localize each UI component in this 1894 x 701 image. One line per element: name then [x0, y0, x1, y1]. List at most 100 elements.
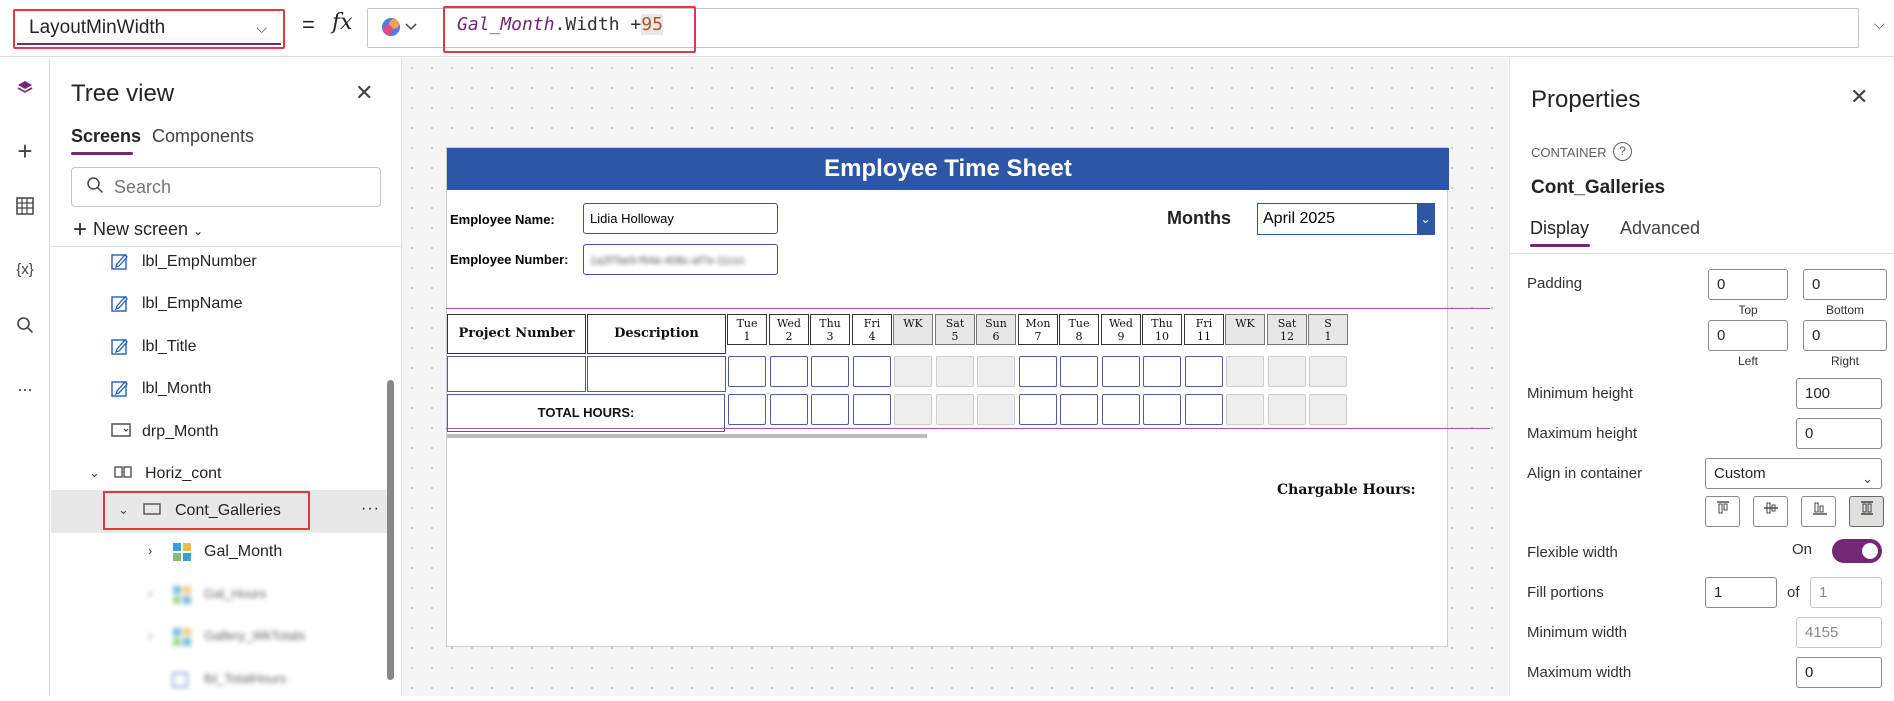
hours-cell[interactable] [770, 394, 808, 425]
flexible-width-toggle[interactable] [1832, 539, 1882, 563]
hours-cell[interactable] [1019, 394, 1057, 425]
months-label: Months [1167, 208, 1231, 228]
chevron-right-icon[interactable]: › [148, 586, 152, 601]
container-boundary-bottom [446, 428, 1490, 429]
tree-search-input[interactable] [114, 176, 364, 198]
design-canvas[interactable]: Employee Time Sheet Employee Name: Lidia… [402, 58, 1508, 696]
align-in-container-dropdown[interactable]: Custom ⌄ [1705, 458, 1882, 489]
description-input[interactable] [587, 356, 726, 392]
hours-cell[interactable] [1185, 356, 1223, 387]
hours-cell[interactable] [728, 356, 766, 387]
day-header: WK [893, 314, 933, 345]
timesheet-grid: Project Number Description TOTAL HOURS: … [447, 314, 1449, 434]
hours-cell[interactable] [1143, 356, 1181, 387]
min-height-input[interactable]: 100 [1796, 378, 1882, 409]
align-bottom-button[interactable] [1801, 496, 1836, 527]
tree-item-lbl-empnumber[interactable]: lbl_EmpNumber [51, 243, 391, 283]
tree-item-gal-hours[interactable]: › Gal_Hours [51, 576, 391, 616]
edit-label-icon [111, 294, 129, 317]
property-dropdown[interactable]: LayoutMinWidth ⌵ [13, 9, 285, 49]
properties-title: Properties [1531, 86, 1641, 113]
search-icon[interactable] [10, 314, 40, 344]
close-icon[interactable]: ✕ [1850, 84, 1868, 110]
tree-scrollbar[interactable] [387, 380, 394, 680]
fill-portions-input[interactable]: 1 [1705, 577, 1777, 608]
padding-left-input[interactable]: 0 [1708, 320, 1788, 351]
variables-icon[interactable]: {x} [10, 255, 40, 285]
padding-bottom-input[interactable]: 0 [1803, 269, 1887, 300]
employee-name-input[interactable]: Lidia Holloway [583, 203, 778, 234]
align-middle-button[interactable] [1753, 496, 1788, 527]
tree-item-lbl-totalhours[interactable]: lbl_TotalHours [51, 661, 391, 701]
max-width-label: Maximum width [1527, 664, 1632, 681]
flexible-width-label: Flexible width [1527, 544, 1618, 561]
help-icon[interactable]: ? [1613, 142, 1632, 161]
day-name: Tue [1068, 317, 1090, 330]
tree-item-lbl-month[interactable]: lbl_Month [51, 370, 391, 410]
hours-cell[interactable] [811, 356, 849, 387]
hours-cell[interactable] [770, 356, 808, 387]
tree-item-drp-month[interactable]: drp_Month [51, 413, 391, 453]
more-icon[interactable]: ... [10, 370, 40, 400]
table-icon[interactable] [10, 195, 40, 225]
chevron-right-icon[interactable]: › [148, 628, 152, 643]
chevron-down-icon: ⌵ [256, 20, 267, 36]
tree-item-lbl-title[interactable]: lbl_Title [51, 328, 391, 368]
tree-item-lbl-empname[interactable]: lbl_EmpName [51, 285, 391, 325]
tree-search-box[interactable] [71, 167, 381, 207]
hours-cell[interactable] [1102, 394, 1140, 425]
day-number: 6 [992, 330, 1000, 343]
layers-icon[interactable] [10, 78, 40, 108]
hours-cell[interactable] [1185, 394, 1223, 425]
tree-item-label: lbl_EmpNumber [142, 253, 257, 270]
hours-cell[interactable] [1060, 356, 1098, 387]
padding-right-caption: Right [1830, 354, 1859, 368]
tab-screens[interactable]: Screens [71, 126, 141, 147]
max-height-input[interactable]: 0 [1796, 418, 1882, 449]
tree-view-title: Tree view [71, 80, 175, 107]
tab-components[interactable]: Components [152, 126, 254, 147]
plus-icon[interactable]: + [10, 136, 40, 166]
gallery-horizontal-scrollbar[interactable] [447, 434, 927, 438]
project-number-header: Project Number [447, 314, 586, 354]
formula-operator: .Width + [554, 14, 642, 35]
day-name: WK [903, 317, 923, 330]
project-number-input[interactable] [447, 356, 586, 392]
tree-item-gal-month[interactable]: › Gal_Month [51, 533, 391, 573]
min-width-input: 4155 [1796, 617, 1882, 648]
new-screen-button[interactable]: + New screen ⌄ [73, 216, 203, 244]
align-stretch-button[interactable] [1849, 496, 1884, 527]
hours-cell[interactable] [1102, 356, 1140, 387]
hours-cell[interactable] [1143, 394, 1181, 425]
hours-cell[interactable] [853, 394, 891, 425]
more-options-icon[interactable]: ··· [361, 500, 380, 518]
expand-formula-chevron-icon[interactable]: ⌵ [1874, 16, 1885, 33]
close-icon[interactable]: ✕ [355, 80, 373, 106]
hours-cell[interactable] [1060, 394, 1098, 425]
chevron-right-icon[interactable]: › [148, 543, 152, 558]
copilot-icon[interactable] [380, 13, 417, 43]
tree-item-horiz-cont[interactable]: ⌄ Horiz_cont [51, 455, 391, 495]
tree-item-gallery-wktotals[interactable]: › Gallery_WkTotals [51, 618, 391, 658]
month-dropdown[interactable]: April 2025 ⌄ [1257, 203, 1435, 235]
hours-cell[interactable] [1019, 356, 1057, 387]
hours-cell[interactable] [728, 394, 766, 425]
padding-left-caption: Left [1737, 354, 1758, 368]
app-screen: Employee Time Sheet Employee Name: Lidia… [446, 147, 1449, 647]
align-top-button[interactable] [1705, 496, 1740, 527]
month-dropdown-value: April 2025 [1263, 210, 1336, 227]
tab-display[interactable]: Display [1530, 218, 1589, 239]
hours-cell[interactable] [811, 394, 849, 425]
day-name: Fri [863, 317, 881, 330]
employee-number-input[interactable]: 1a2f7be9-f94e-408c-af7e-11ccc [583, 244, 778, 275]
max-width-input[interactable]: 0 [1796, 657, 1882, 688]
hours-cell[interactable] [853, 356, 891, 387]
padding-top-input[interactable]: 0 [1708, 269, 1788, 300]
tab-advanced[interactable]: Advanced [1620, 218, 1700, 239]
formula-text[interactable]: Gal_Month.Width +95 [457, 14, 663, 35]
padding-right-input[interactable]: 0 [1803, 320, 1887, 351]
hours-cell [936, 394, 974, 425]
chevron-down-icon[interactable]: ⌄ [89, 465, 100, 481]
total-hours-label: TOTAL HOURS: [447, 394, 725, 432]
hours-cell [977, 394, 1015, 425]
